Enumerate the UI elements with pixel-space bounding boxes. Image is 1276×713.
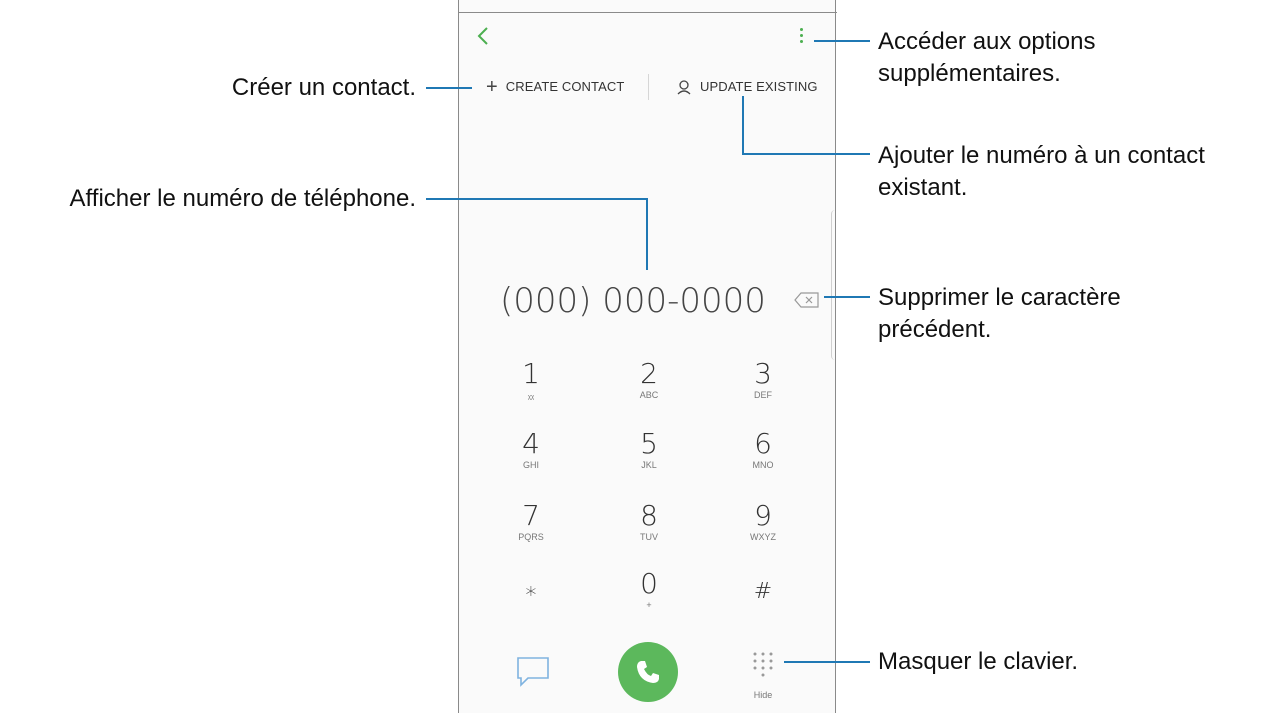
key-star[interactable]: ∗: [476, 572, 586, 636]
callout-more-options-1: Accéder aux options: [878, 28, 1096, 55]
phone-number-display[interactable]: (000) 000-0000: [500, 276, 790, 326]
callout-line-create: [426, 87, 472, 89]
callout-update-1: Ajouter le numéro à un contact: [878, 142, 1205, 169]
callout-hide-keypad: Masquer le clavier.: [878, 648, 1079, 675]
person-icon: [677, 80, 691, 95]
callout-line-delete: [824, 296, 870, 298]
backspace-icon[interactable]: [794, 292, 820, 308]
chevron-left-icon[interactable]: [476, 24, 500, 54]
key-6[interactable]: 6 MNO: [708, 428, 818, 492]
key-8[interactable]: 8 TUV: [594, 500, 704, 564]
key-4[interactable]: 4 GHI: [476, 428, 586, 492]
callout-line-number-h: [426, 198, 648, 200]
callout-show-number: Afficher le numéro de téléphone.: [69, 185, 416, 212]
create-contact-button[interactable]: + CREATE CONTACT: [486, 74, 624, 100]
callout-line-update-h: [742, 153, 870, 155]
callout-delete-2: précédent.: [878, 316, 992, 343]
message-icon[interactable]: [516, 656, 550, 692]
key-hash[interactable]: #: [708, 572, 818, 636]
key-5[interactable]: 5 JKL: [594, 428, 704, 492]
update-existing-label: UPDATE EXISTING: [700, 79, 818, 94]
hide-keypad-button[interactable]: Hide: [745, 650, 781, 700]
call-button[interactable]: [618, 642, 678, 702]
voicemail-icon: ᵪᵪ: [527, 390, 535, 400]
action-divider: [648, 74, 649, 100]
hide-label: Hide: [753, 690, 773, 700]
key-2[interactable]: 2 ABC: [594, 358, 704, 422]
more-vertical-icon[interactable]: [794, 28, 808, 52]
key-7[interactable]: 7 PQRS: [476, 500, 586, 564]
phone-icon: [637, 661, 659, 683]
callout-update-2: existant.: [878, 174, 968, 201]
callout-create-contact: Créer un contact.: [231, 74, 416, 101]
callout-more-options-2: supplémentaires.: [878, 60, 1061, 87]
create-contact-label: CREATE CONTACT: [505, 79, 625, 94]
side-handle[interactable]: [831, 210, 837, 360]
key-9[interactable]: 9 WXYZ: [708, 500, 818, 564]
plus-icon: +: [486, 76, 498, 98]
update-existing-button[interactable]: UPDATE EXISTING: [676, 74, 818, 100]
key-3[interactable]: 3 DEF: [708, 358, 818, 422]
key-1[interactable]: 1 ᵪᵪ: [476, 358, 586, 422]
callout-delete-1: Supprimer le caractère: [878, 284, 1121, 311]
phone-frame-top: [458, 12, 837, 13]
callout-line-number-v: [646, 198, 648, 270]
callout-line-hide: [784, 661, 870, 663]
keypad-icon: [753, 652, 773, 677]
key-0[interactable]: 0 +: [594, 568, 704, 632]
callout-line-more: [814, 40, 870, 42]
callout-line-update-v: [742, 96, 744, 154]
